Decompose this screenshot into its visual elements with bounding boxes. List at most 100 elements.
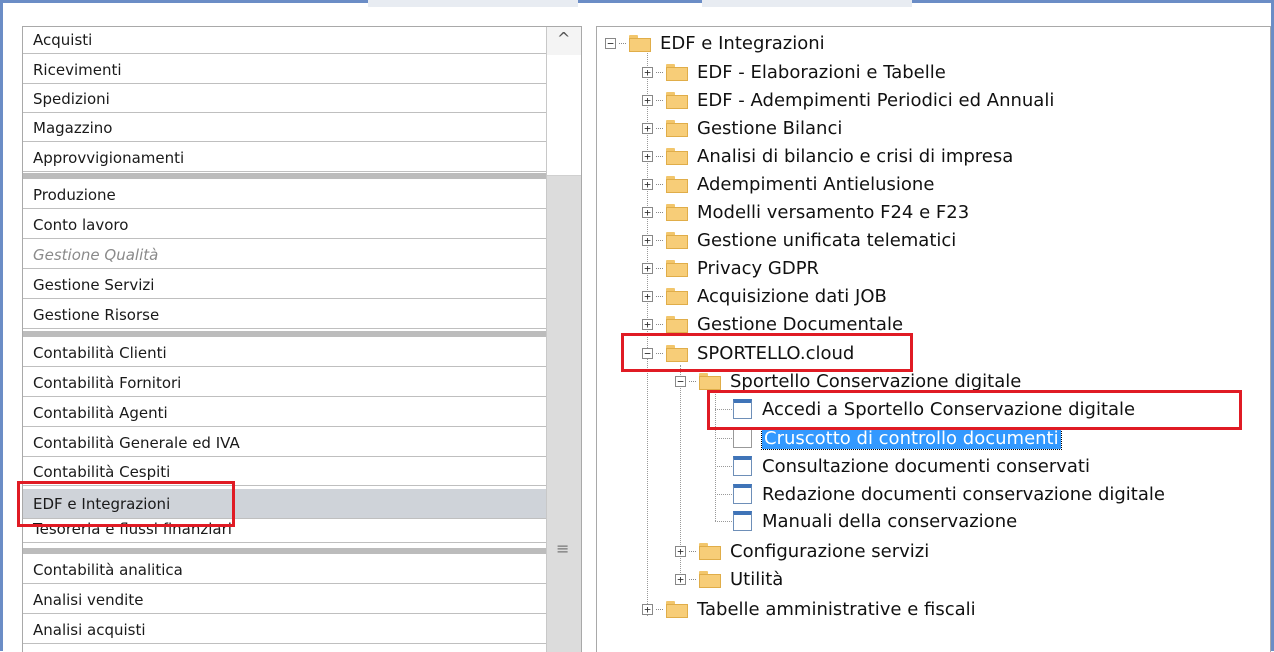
menu-item-spedizioni[interactable]: Spedizioni [23,86,546,113]
tree-node-label: Gestione Documentale [697,313,904,335]
tree-connector [656,71,663,73]
menu-item-acquisti[interactable]: Acquisti [23,27,546,54]
folder-icon [666,119,688,137]
folder-icon [666,287,688,305]
tree-connector [715,494,732,495]
menu-item-contabilita-clienti[interactable]: Contabilità Clienti [23,340,546,367]
expand-icon[interactable]: + [642,262,653,274]
folder-icon [666,203,688,221]
tree-node-gestione-bilanci[interactable]: + Gestione Bilanci [642,114,842,142]
tree-node-label: Gestione unificata telematici [697,229,957,251]
tree-node-edf-integrazioni[interactable]: − EDF e Integrazioni [605,29,825,57]
expand-icon[interactable]: + [675,573,686,585]
menu-item-contabilita-analitica[interactable]: Contabilità analitica [23,557,546,584]
tree-node-label: EDF e Integrazioni [660,32,825,54]
folder-icon [629,34,651,52]
menu-item-gestione-qualita: Gestione Qualità [23,242,546,269]
tree-node-label: Acquisizione dati JOB [697,285,887,307]
expand-icon[interactable]: + [642,206,653,218]
menu-item-contabilita-agenti[interactable]: Contabilità Agenti [23,400,546,427]
menu-item-approvvigionamenti[interactable]: Approvvigionamenti [23,145,546,172]
tree-connector [656,323,663,325]
tree-connector [656,99,663,101]
folder-icon [666,147,688,165]
document-icon [733,484,752,504]
tree-connector [656,127,663,129]
tree-node-modelli-f24[interactable]: + Modelli versamento F24 e F23 [642,198,969,226]
collapse-icon[interactable]: − [675,375,686,387]
expand-icon[interactable]: + [642,290,653,302]
tree-node-label: Privacy GDPR [697,257,820,279]
expand-icon[interactable]: + [642,150,653,162]
tree-item-consultazione-documenti[interactable]: Consultazione documenti conservati [733,452,1090,480]
tree-node-label: Utilità [730,568,784,590]
tree-node-tabelle-amministrative[interactable]: + Tabelle amministrative e fiscali [642,595,976,623]
folder-icon [666,315,688,333]
menu-item-gestione-servizi[interactable]: Gestione Servizi [23,272,546,299]
tab-strip-right [702,0,912,7]
menu-scrollbar[interactable]: ^ ≡ [546,27,581,652]
folder-icon [666,63,688,81]
tree-node-analisi-bilancio[interactable]: + Analisi di bilancio e crisi di impresa [642,142,1013,170]
folder-icon [666,91,688,109]
document-icon [733,511,752,531]
folder-icon [699,542,721,560]
folder-icon [666,600,688,618]
tree-node-edf-adempimenti[interactable]: + EDF - Adempimenti Periodici ed Annuali [642,86,1054,114]
scroll-up-button[interactable]: ^ [547,27,581,55]
tree-node-label: Sportello Conservazione digitale [730,370,1022,392]
expand-icon[interactable]: + [642,94,653,106]
menu-item-produzione[interactable]: Produzione [23,182,546,209]
menu-group-separator [23,331,546,337]
tree-node-gestione-telematici[interactable]: + Gestione unificata telematici [642,226,956,254]
expand-icon[interactable]: + [675,545,686,557]
menu-item-analisi-acquisti[interactable]: Analisi acquisti [23,617,546,644]
tree-node-label: EDF - Elaborazioni e Tabelle [697,61,946,83]
highlight-box-sportello-cloud [621,333,913,372]
tree-connector [715,521,732,522]
scroll-grip-icon: ≡ [556,539,570,558]
tree-node-utilita[interactable]: + Utilità [675,565,783,593]
scroll-thumb[interactable] [547,55,581,176]
menu-item-contabilita-fornitori[interactable]: Contabilità Fornitori [23,370,546,397]
tree-node-privacy-gdpr[interactable]: + Privacy GDPR [642,254,819,282]
tree-connector [656,267,663,269]
tree-node-adempimenti-antielusione[interactable]: + Adempimenti Antielusione [642,170,934,198]
tree-node-label: Modelli versamento F24 e F23 [697,201,970,223]
tree-node-acquisizione-job[interactable]: + Acquisizione dati JOB [642,282,887,310]
expand-icon[interactable]: + [642,66,653,78]
expand-icon[interactable]: + [642,234,653,246]
menu-item-magazzino[interactable]: Magazzino [23,115,546,142]
tree-connector [656,295,663,297]
expand-icon[interactable]: + [642,122,653,134]
tree-item-manuali-conservazione[interactable]: Manuali della conservazione [733,507,1017,535]
folder-icon [699,372,721,390]
expand-icon[interactable]: + [642,178,653,190]
tree-connector [656,608,663,610]
tree-connector [689,380,696,382]
menu-item-gestione-risorse[interactable]: Gestione Risorse [23,302,546,329]
menu-item-ricevimenti[interactable]: Ricevimenti [23,57,546,84]
menu-item-conto-lavoro[interactable]: Conto lavoro [23,212,546,239]
folder-icon [666,175,688,193]
tree-item-redazione-documenti[interactable]: Redazione documenti conservazione digita… [733,480,1165,508]
collapse-icon[interactable]: − [605,37,616,49]
menu-group-separator [23,548,546,554]
tree-connector [689,578,696,580]
tree-connector [656,239,663,241]
tree-connector [656,155,663,157]
tree-node-label: Adempimenti Antielusione [697,173,935,195]
menu-item-analisi-vendite[interactable]: Analisi vendite [23,587,546,614]
tree-node-edf-elaborazioni[interactable]: + EDF - Elaborazioni e Tabelle [642,58,946,86]
menu-item-contabilita-generale-iva[interactable]: Contabilità Generale ed IVA [23,430,546,457]
tree-node-configurazione-servizi[interactable]: + Configurazione servizi [675,537,929,565]
folder-icon [666,259,688,277]
tree-node-label: Tabelle amministrative e fiscali [697,598,976,620]
document-icon [733,428,752,448]
tab-strip-left [368,0,578,7]
highlight-box-edf-integrazioni [17,481,235,527]
expand-icon[interactable]: + [642,318,653,330]
tree-connector [689,550,696,552]
tree-node-label: Gestione Bilanci [697,117,843,139]
expand-icon[interactable]: + [642,603,653,615]
